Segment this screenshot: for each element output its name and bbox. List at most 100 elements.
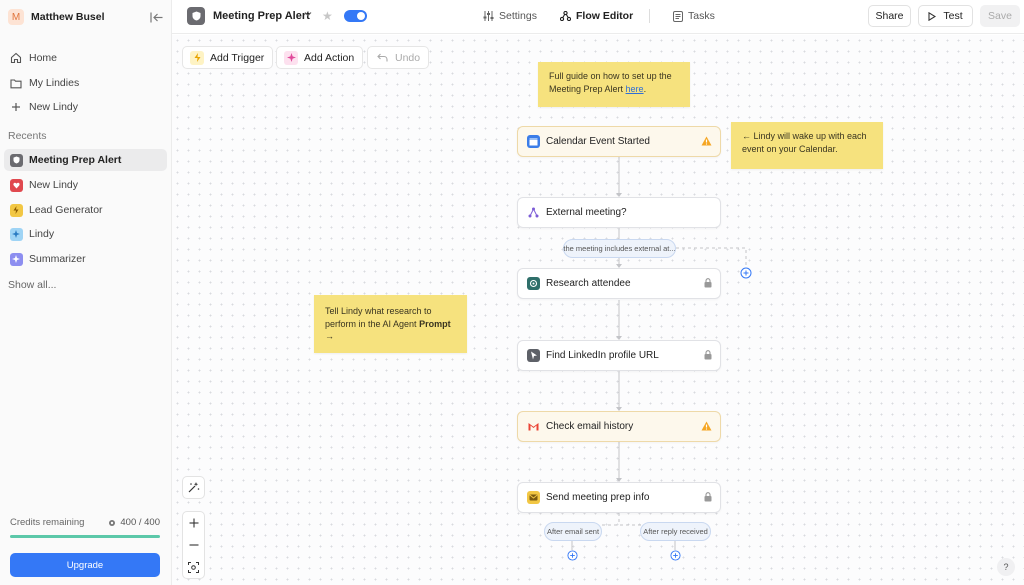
tab-tasks-label: Tasks xyxy=(688,10,715,22)
node-calendar-event-started[interactable]: Calendar Event Started xyxy=(517,126,721,157)
guide-link[interactable]: here xyxy=(626,84,644,94)
add-step-icon[interactable] xyxy=(567,550,578,561)
upgrade-button[interactable]: Upgrade xyxy=(10,553,160,577)
undo-icon xyxy=(375,51,389,65)
top-bar: Meeting Prep Alert ★ Settings Flow Edito… xyxy=(172,0,1024,34)
credits-label: Credits remaining xyxy=(10,517,85,528)
nav-new-lindy[interactable]: New Lindy xyxy=(4,96,167,118)
test-button[interactable]: Test xyxy=(918,5,973,27)
node-send-meeting-prep-info[interactable]: Send meeting prep info xyxy=(517,482,721,513)
share-button[interactable]: Share xyxy=(868,5,911,27)
nav-home[interactable]: Home xyxy=(4,47,167,69)
condition-pill[interactable]: the meeting includes external at... xyxy=(563,239,676,258)
shield-icon xyxy=(9,153,23,167)
user-name: Matthew Busel xyxy=(31,11,105,23)
research-sticky-note[interactable]: Tell Lindy what research to perform in t… xyxy=(314,295,467,353)
bolt-icon xyxy=(190,50,204,65)
node-label: Send meeting prep info xyxy=(546,492,650,503)
calendar-icon xyxy=(527,135,540,148)
node-label: Find LinkedIn profile URL xyxy=(546,350,659,361)
add-step-icon[interactable] xyxy=(740,267,752,279)
plus-icon xyxy=(189,518,198,528)
lock-icon xyxy=(704,492,712,505)
nav-my-lindies[interactable]: My Lindies xyxy=(4,72,167,94)
research-note-text: Tell Lindy what research to perform in t… xyxy=(325,306,432,329)
chevron-down-icon[interactable] xyxy=(304,11,312,17)
recent-summarizer[interactable]: Summarizer xyxy=(4,248,167,270)
node-external-meeting[interactable]: External meeting? xyxy=(517,197,721,228)
node-research-attendee[interactable]: Research attendee xyxy=(517,268,721,299)
add-trigger-button[interactable]: Add Trigger xyxy=(182,46,274,69)
tasks-icon xyxy=(673,10,683,22)
enable-toggle[interactable] xyxy=(344,10,367,22)
warning-icon xyxy=(701,136,712,149)
nav-home-label: Home xyxy=(29,52,58,64)
minus-icon xyxy=(189,544,198,546)
magic-wand-icon xyxy=(188,482,200,493)
guide-sticky-note[interactable]: Full guide on how to set up the Meeting … xyxy=(538,62,690,107)
collapse-sidebar-button[interactable] xyxy=(148,9,164,25)
zoom-controls xyxy=(182,511,205,579)
tab-settings[interactable]: Settings xyxy=(483,10,537,22)
calendar-sticky-note[interactable]: ← Lindy will wake up with each event on … xyxy=(731,122,883,169)
zoom-in-button[interactable] xyxy=(183,512,204,534)
lock-icon xyxy=(704,350,712,363)
credits-value: 400 / 400 xyxy=(120,517,160,528)
gear-icon xyxy=(109,519,116,526)
recents-heading: Recents xyxy=(8,130,47,142)
agent-icon xyxy=(527,277,540,290)
add-trigger-label: Add Trigger xyxy=(210,51,265,64)
message-icon xyxy=(527,491,540,504)
tab-tasks[interactable]: Tasks xyxy=(673,10,715,22)
calendar-note-text: ← Lindy will wake up with each event on … xyxy=(742,131,867,154)
recent-meeting-prep-alert[interactable]: Meeting Prep Alert xyxy=(4,149,167,171)
node-check-email-history[interactable]: Check email history xyxy=(517,411,721,442)
add-action-button[interactable]: Add Action xyxy=(276,46,364,69)
help-button[interactable]: ? xyxy=(997,558,1015,576)
avatar: M xyxy=(8,9,24,25)
gmail-icon xyxy=(527,420,540,433)
credits-progress-bar xyxy=(10,535,160,538)
play-icon xyxy=(928,11,937,21)
tab-flow-editor[interactable]: Flow Editor xyxy=(560,10,633,22)
recent-lindy[interactable]: Lindy xyxy=(4,223,167,245)
recent-new-lindy[interactable]: New Lindy xyxy=(4,174,167,196)
shield-icon xyxy=(187,7,205,25)
branch-pill-email-sent[interactable]: After email sent xyxy=(544,522,602,541)
bolt-icon xyxy=(9,203,23,217)
tab-settings-label: Settings xyxy=(499,10,537,22)
node-label: Research attendee xyxy=(546,278,631,289)
add-action-label: Add Action xyxy=(304,51,355,64)
zoom-out-button[interactable] xyxy=(183,534,204,556)
fit-view-button[interactable] xyxy=(183,556,204,578)
plus-icon xyxy=(9,100,23,114)
flow-canvas[interactable]: Add Trigger Add Action Undo Full guide o… xyxy=(172,35,1024,585)
recent-label: New Lindy xyxy=(29,179,79,191)
undo-label: Undo xyxy=(395,51,421,64)
node-find-linkedin-profile-url[interactable]: Find LinkedIn profile URL xyxy=(517,340,721,371)
save-button[interactable]: Save xyxy=(980,5,1020,27)
undo-button[interactable]: Undo xyxy=(367,46,430,69)
collapse-icon xyxy=(149,12,162,22)
user-menu[interactable]: M Matthew Busel xyxy=(8,7,168,27)
recent-label: Lindy xyxy=(29,228,55,240)
sparkle-icon xyxy=(9,252,23,266)
recent-label: Summarizer xyxy=(29,253,86,265)
credits-progress-fill xyxy=(10,535,160,538)
branch-pill-reply-received[interactable]: After reply received xyxy=(640,522,711,541)
tab-divider xyxy=(649,9,650,23)
auto-layout-button[interactable] xyxy=(182,476,205,499)
fit-view-icon xyxy=(188,561,199,573)
nav-new-lindy-label: New Lindy xyxy=(29,101,79,113)
add-step-icon[interactable] xyxy=(670,550,681,561)
recent-lead-generator[interactable]: Lead Generator xyxy=(4,199,167,221)
star-icon[interactable]: ★ xyxy=(322,9,333,23)
branch-icon xyxy=(527,206,540,219)
show-all-link[interactable]: Show all... xyxy=(8,279,56,291)
flow-icon xyxy=(560,11,571,21)
test-label: Test xyxy=(943,10,963,22)
sliders-icon xyxy=(483,11,494,21)
node-label: Check email history xyxy=(546,421,634,432)
flow-title[interactable]: Meeting Prep Alert xyxy=(213,10,310,22)
tab-flow-editor-label: Flow Editor xyxy=(576,10,634,22)
